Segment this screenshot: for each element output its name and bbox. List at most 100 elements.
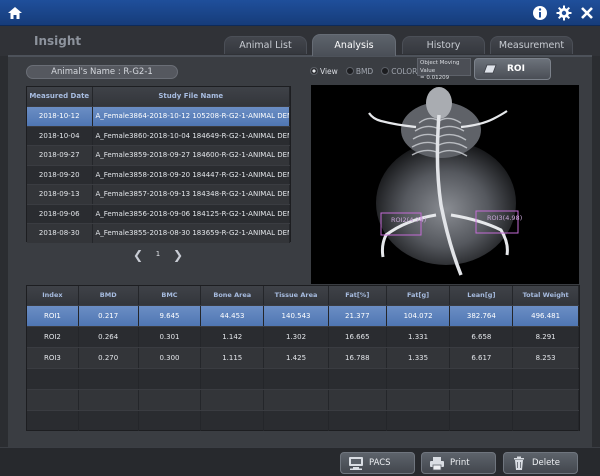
table-row-empty[interactable] [27,368,579,389]
table-cell [387,390,451,410]
info-icon[interactable] [531,4,549,22]
table-cell [79,369,139,389]
pagination: ❮ 1 ❯ [133,249,183,263]
table-row[interactable]: ROI2 0.264 0.301 1.142 1.302 16.665 1.33… [27,326,579,347]
table-cell [201,369,265,389]
table-cell [27,369,79,389]
table-row[interactable]: 2018-09-20 A_Female3858-2018-09-20 18444… [27,164,290,184]
table-cell: 0.270 [79,348,139,368]
table-cell: 0.217 [79,306,139,326]
app-title: Insight [34,34,82,48]
column-header-bmd[interactable]: BMD [79,286,139,305]
table-row[interactable]: 2018-09-27 A_Female3859-2018-09-27 18460… [27,145,290,165]
column-header-lean-grams[interactable]: Lean[g] [450,286,514,305]
table-cell: 16.788 [329,348,387,368]
roi-button[interactable]: ROI [474,58,551,80]
roi2-label: ROI2(4.74) [391,216,427,224]
table-cell [264,411,329,431]
table-cell: 8.291 [513,327,579,347]
radio-color[interactable]: COLOR [381,65,417,77]
pacs-button[interactable]: PACS [340,452,415,474]
roi-button-label: ROI [507,64,525,74]
study-file-cell: A_Female3858-2018-09-20 184447-R-G2-1-AN… [93,165,290,184]
table-cell: 9.645 [139,306,202,326]
table-cell [201,390,265,410]
column-header-fat-grams[interactable]: Fat[g] [387,286,451,305]
table-cell [513,369,579,389]
roi3-label: ROI3(4.98) [487,214,523,222]
table-row-empty[interactable] [27,389,579,410]
tab-analysis[interactable]: Analysis [312,34,396,56]
table-cell [329,369,387,389]
home-icon[interactable] [6,4,24,22]
radio-button[interactable] [310,67,318,75]
study-file-cell: A_Female3855-2018-08-30 183659-R-G2-1-AN… [93,224,290,243]
printer-icon [430,457,444,471]
column-header-bone-area[interactable]: Bone Area [201,286,265,305]
table-cell: ROI2 [27,327,79,347]
column-header-study-file-name[interactable]: Study File Name [93,87,290,106]
table-cell: 6.658 [450,327,514,347]
table-cell [27,390,79,410]
measured-date-cell: 2018-09-13 [27,185,93,204]
column-header-fat-percent[interactable]: Fat[%] [329,286,387,305]
pacs-button-label: PACS [369,458,391,468]
title-bar [0,0,600,26]
table-cell: 0.264 [79,327,139,347]
table-row[interactable]: 2018-10-04 A_Female3860-2018-10-04 18464… [27,125,290,145]
table-row[interactable]: 2018-09-13 A_Female3857-2018-09-13 18434… [27,184,290,204]
chevron-left-icon[interactable]: ❮ [133,249,143,263]
table-cell: 0.300 [139,348,202,368]
table-cell: 1.331 [387,327,451,347]
table-cell [139,390,202,410]
tab-history[interactable]: History [402,36,485,54]
animal-name-field: Animal's Name : R-G2-1 [26,65,178,79]
table-cell [139,411,202,431]
xray-image-viewer[interactable]: ROI2(4.74) ROI3(4.98) [311,85,579,284]
object-moving-value: Object Moving Value = 0.01209 [417,58,471,81]
table-cell [387,411,451,431]
table-cell: 1.335 [387,348,451,368]
table-cell [201,411,265,431]
tab-animal-list[interactable]: Animal List [224,36,307,54]
table-row-empty[interactable] [27,410,579,431]
table-cell [79,411,139,431]
close-icon[interactable] [578,4,596,22]
column-header-measured-date[interactable]: Measured Date [27,87,93,106]
delete-button[interactable]: Delete [503,452,578,474]
table-cell: 104.072 [387,306,451,326]
radio-label: COLOR [391,66,418,76]
radio-bmd[interactable]: BMD [345,65,373,77]
column-header-total-weight[interactable]: Total Weight [513,286,579,305]
measured-date-cell: 2018-10-12 [27,107,93,126]
table-cell: 6.617 [450,348,514,368]
column-header-tissue-area[interactable]: Tissue Area [264,286,329,305]
table-cell [79,390,139,410]
column-header-bmc[interactable]: BMC [139,286,202,305]
radio-button[interactable] [345,67,354,75]
table-row[interactable]: ROI3 0.270 0.300 1.115 1.425 16.788 1.33… [27,347,579,368]
table-cell: 140.543 [264,306,329,326]
study-file-cell: A_Female3864-2018-10-12 105208-R-G2-1-AN… [93,107,290,126]
print-button[interactable]: Print [421,452,496,474]
table-row[interactable]: 2018-09-06 A_Female3856-2018-09-06 18412… [27,203,290,223]
table-row[interactable]: ROI1 0.217 9.645 44.453 140.543 21.377 1… [27,305,579,326]
tab-measurement[interactable]: Measurement [490,36,573,54]
study-file-table: Measured Date Study File Name 2018-10-12… [26,86,291,243]
table-cell [139,369,202,389]
table-cell: 1.302 [264,327,329,347]
table-cell: 496.481 [513,306,579,326]
gear-icon[interactable] [555,4,573,22]
table-row[interactable]: 2018-08-30 A_Female3855-2018-08-30 18365… [27,223,290,243]
object-moving-label: Object Moving Value [420,60,460,74]
radio-label: View [320,66,338,76]
measured-date-cell: 2018-09-06 [27,204,93,223]
table-cell [329,411,387,431]
table-cell [450,411,514,431]
column-header-index[interactable]: Index [27,286,79,305]
radio-view[interactable]: View [310,65,338,77]
chevron-right-icon[interactable]: ❯ [173,249,183,263]
table-row[interactable]: 2018-10-12 A_Female3864-2018-10-12 10520… [27,106,290,126]
radio-button[interactable] [381,67,390,75]
pacs-icon [349,457,363,470]
